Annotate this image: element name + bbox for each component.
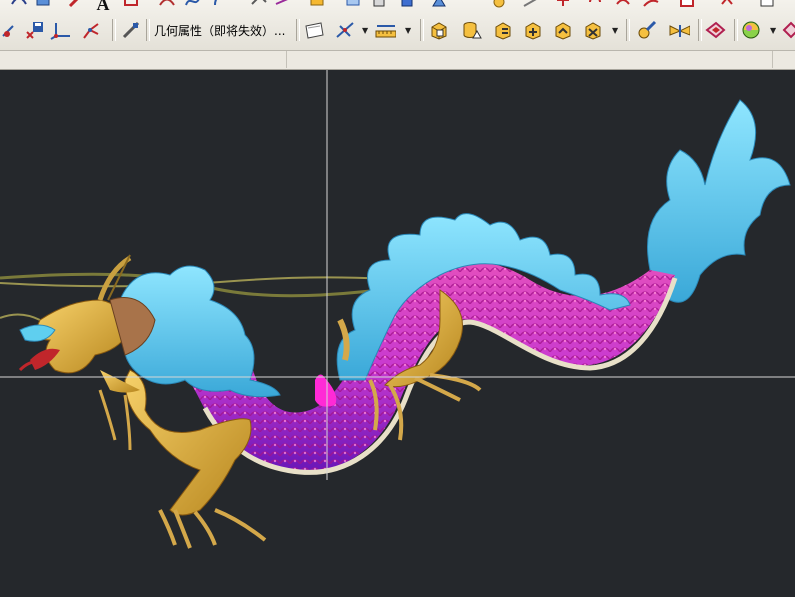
cylinder-solid-icon[interactable] (460, 19, 482, 41)
selected-surface-highlight (315, 374, 337, 407)
graphics-viewport[interactable] (0, 70, 795, 597)
sweep-tool-icon[interactable] (640, 0, 662, 10)
hide-tool-icon[interactable] (0, 19, 20, 41)
cylinder-tool-icon[interactable] (368, 0, 390, 10)
unite-solid-icon[interactable] (552, 19, 574, 41)
snap-points-icon[interactable] (334, 19, 356, 41)
dragon-model[interactable] (0, 70, 795, 597)
arc-tool-icon[interactable] (156, 0, 178, 10)
surface-tool-icon[interactable] (306, 0, 328, 10)
toolbar-row-top: A (0, 0, 795, 14)
box-tool-icon[interactable] (342, 0, 364, 10)
mirror-tool-icon[interactable] (612, 0, 634, 10)
render-icon[interactable] (668, 19, 690, 41)
trim-curve-icon[interactable] (272, 0, 294, 10)
shade-icon[interactable] (704, 19, 726, 41)
move-tool-icon[interactable] (120, 19, 142, 41)
geometry-properties-label[interactable]: 几何属性（即将失效）... (154, 22, 285, 39)
toolbar-row-main: 几何属性（即将失效）... ▼ ▼ ▼ ▼ (0, 18, 795, 42)
subtract-solid-icon[interactable] (582, 19, 604, 41)
pen-tool-icon[interactable] (64, 0, 86, 10)
save-view-icon[interactable] (24, 19, 46, 41)
text-tool-icon[interactable]: A (92, 0, 114, 14)
texture-icon[interactable] (780, 19, 795, 41)
ruler-icon[interactable] (374, 19, 396, 41)
box-solid-icon[interactable] (428, 19, 450, 41)
snap-points-dropdown-icon[interactable]: ▼ (362, 26, 368, 35)
cone-solid-icon[interactable] (492, 19, 514, 41)
ruler-dropdown-icon[interactable]: ▼ (405, 26, 411, 35)
sphere-solid-icon[interactable] (522, 19, 544, 41)
solid-tool-icon[interactable] (32, 0, 54, 10)
block-tool-icon[interactable] (396, 0, 418, 10)
rotate-tool-icon[interactable] (584, 0, 606, 10)
status-strip (0, 51, 795, 70)
extrude-tool-icon[interactable] (428, 0, 450, 10)
status-cell-left (0, 51, 287, 68)
status-cell-middle (288, 51, 773, 68)
analysis-icon[interactable] (636, 19, 658, 41)
wcs-axis-icon[interactable] (50, 19, 72, 41)
select-filter-icon[interactable] (303, 19, 325, 41)
wcs-origin-icon[interactable] (80, 19, 102, 41)
view-tool-icon[interactable] (756, 0, 778, 10)
sketch-tool-icon[interactable] (120, 0, 142, 10)
layer-tool-icon[interactable] (716, 0, 738, 10)
snap-tool-icon[interactable] (488, 0, 510, 10)
dragon-tail-fin (647, 99, 791, 303)
solid-dropdown-icon[interactable]: ▼ (612, 26, 618, 35)
point-tool-icon[interactable] (552, 0, 574, 10)
fillet-tool-icon[interactable] (210, 0, 232, 10)
display-mode-icon[interactable] (740, 19, 762, 41)
toolbar-area: A 几何属性（即将失效）... ▼ ▼ ▼ ▼ (0, 0, 795, 51)
line-tool-icon[interactable] (520, 0, 542, 10)
curve-tool-icon[interactable] (8, 0, 30, 10)
edit-curve-icon[interactable] (248, 0, 270, 10)
spline-tool-icon[interactable] (182, 0, 204, 10)
display-mode-dropdown-icon[interactable]: ▼ (770, 26, 776, 35)
window-tool-icon[interactable] (676, 0, 698, 10)
